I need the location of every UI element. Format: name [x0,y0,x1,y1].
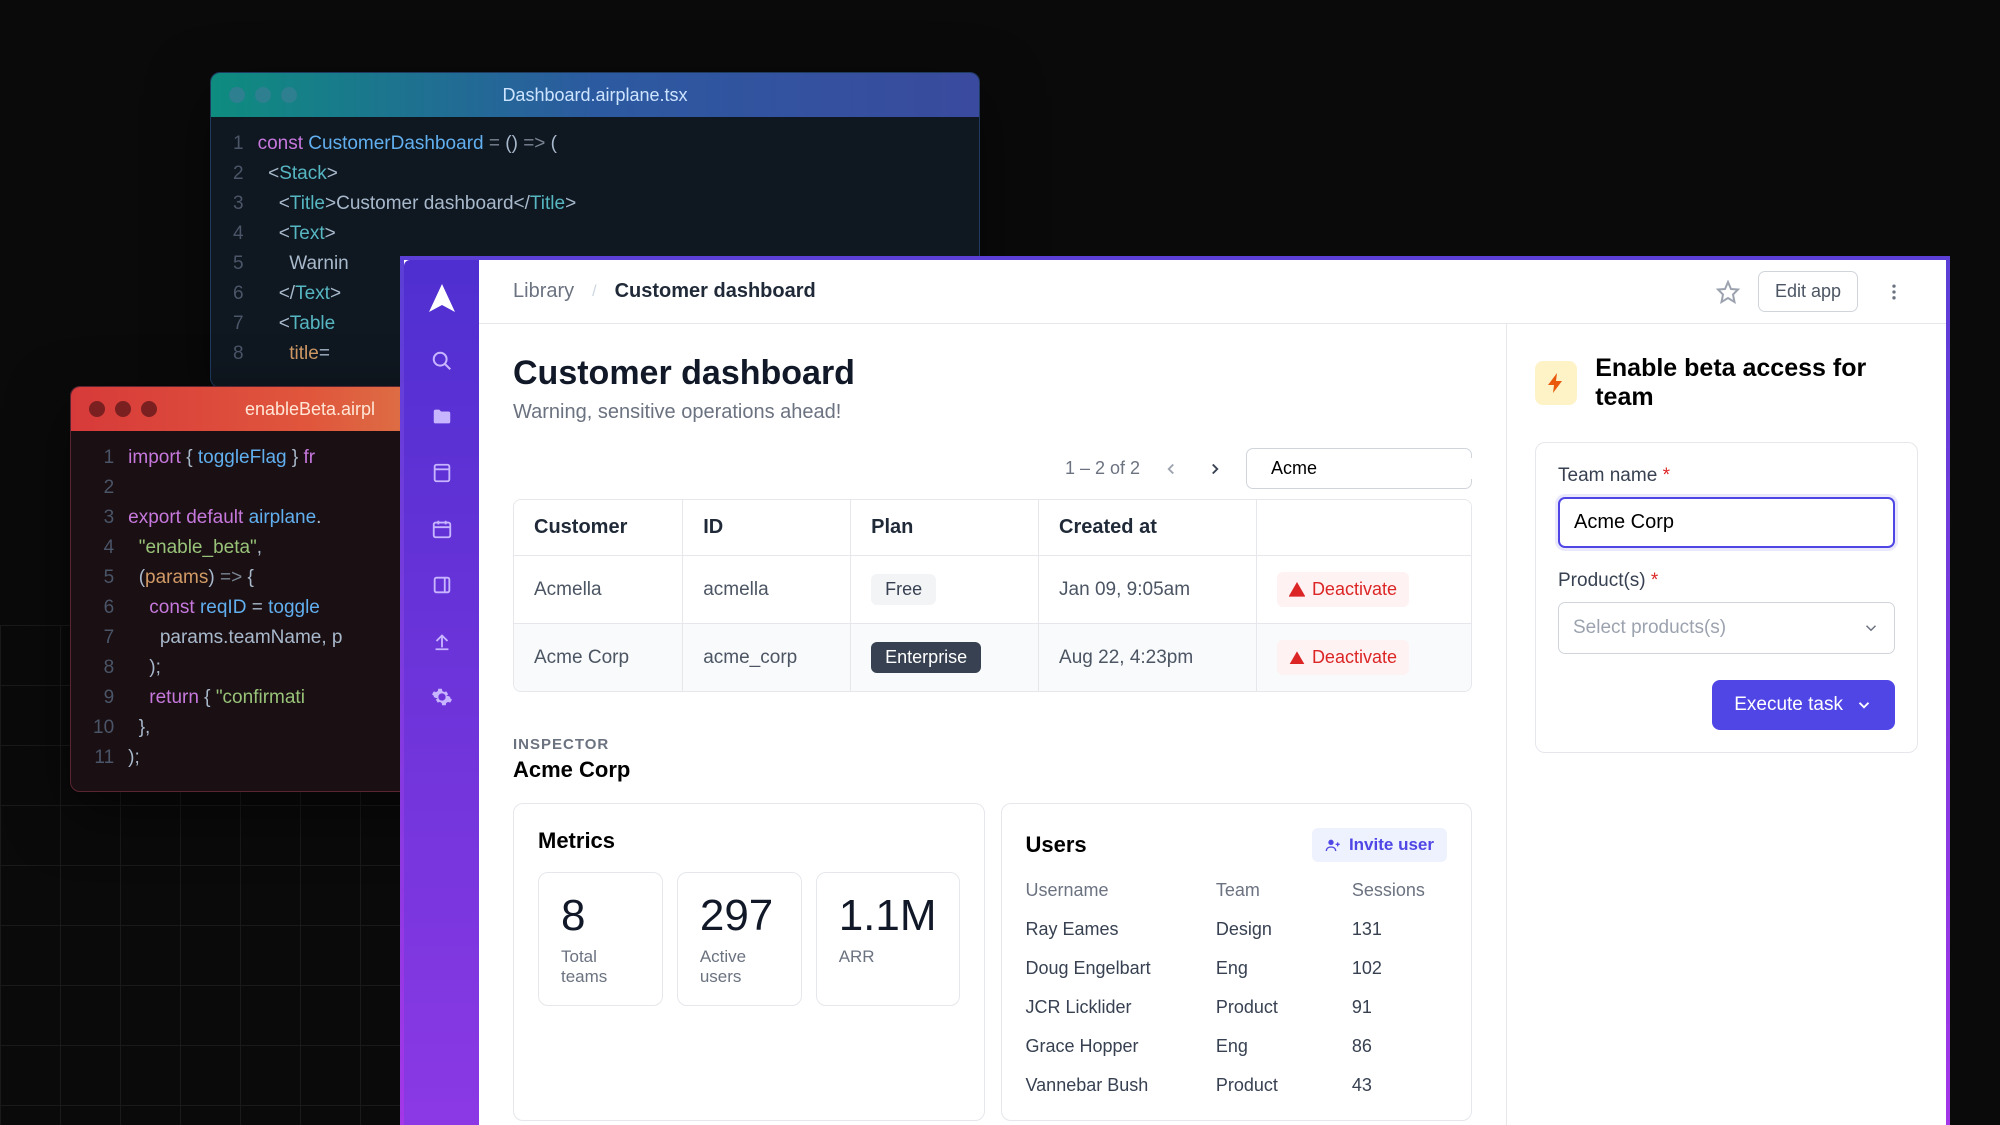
breadcrumb-separator: / [592,283,596,301]
invite-icon [1325,837,1341,853]
page-subtitle: Warning, sensitive operations ahead! [513,401,1472,424]
pagination-text: 1 – 2 of 2 [1065,458,1140,479]
chevron-down-icon [1855,696,1873,714]
task-panel: Enable beta access for team Team name * … [1506,324,1946,1125]
search-icon[interactable] [431,350,453,372]
products-label: Product(s) * [1558,570,1895,592]
topbar: Library / Customer dashboard Edit app [479,260,1946,324]
deactivate-button[interactable]: Deactivate [1277,640,1409,675]
table-row[interactable]: Acmella acmella Free Jan 09, 9:05am Deac… [514,556,1471,624]
metric-card: 1.1M ARR [816,872,960,1006]
th-plan[interactable]: Plan [851,500,1039,556]
plan-badge: Enterprise [871,642,981,673]
invite-user-button[interactable]: Invite user [1312,828,1447,862]
page-title: Customer dashboard [513,354,1472,393]
warning-icon [1289,650,1305,666]
th-id[interactable]: ID [683,500,851,556]
team-name-input[interactable] [1558,497,1895,548]
users-title: Users [1026,832,1087,858]
breadcrumb-current: Customer dashboard [615,280,816,303]
database-icon[interactable] [431,574,453,596]
calendar-icon[interactable] [431,518,453,540]
chevron-down-icon [1862,619,1880,637]
app-window: Library / Customer dashboard Edit app Cu… [400,256,1950,1125]
traffic-lights [229,87,297,103]
code-titlebar: Dashboard.airplane.tsx [211,73,979,117]
th-customer[interactable]: Customer [514,500,683,556]
plan-badge: Free [871,574,936,605]
inspector-label: INSPECTOR [513,736,1472,753]
warning-icon [1289,582,1305,598]
metrics-panel: Metrics 8 Total teams 297 Active users [513,803,985,1121]
edit-app-button[interactable]: Edit app [1758,271,1858,312]
team-name-label: Team name * [1558,465,1895,487]
table-row[interactable]: Acme Corp acme_corp Enterprise Aug 22, 4… [514,624,1471,691]
app-logo[interactable] [425,282,459,316]
upload-icon[interactable] [431,630,453,652]
filename: enableBeta.airpl [245,399,375,420]
sidenav [404,260,479,1125]
th-created[interactable]: Created at [1039,500,1257,556]
table-search[interactable] [1246,448,1472,489]
folder-icon[interactable] [431,406,453,428]
more-menu-icon[interactable] [1876,274,1912,310]
metric-card: 297 Active users [677,872,802,1006]
inspector-name: Acme Corp [513,757,1472,783]
th-actions [1257,500,1471,556]
users-panel: Users Invite user Username Team Sessions [1001,803,1473,1121]
next-page-icon[interactable] [1202,456,1228,482]
code-content: import { toggleFlag } fr export default … [128,443,342,773]
task-title: Enable beta access for team [1595,354,1918,412]
metrics-title: Metrics [538,828,960,854]
users-table: Username Team Sessions Ray EamesDesign13… [1026,880,1448,1096]
search-input[interactable] [1271,458,1503,479]
products-select[interactable]: Select products(s) [1558,602,1895,654]
deactivate-button[interactable]: Deactivate [1277,572,1409,607]
book-icon[interactable] [431,462,453,484]
bolt-icon [1535,361,1577,405]
breadcrumb-library[interactable]: Library [513,280,574,303]
prev-page-icon[interactable] [1158,456,1184,482]
filename: Dashboard.airplane.tsx [502,85,687,106]
favorite-icon[interactable] [1716,280,1740,304]
traffic-lights [89,401,157,417]
customers-table: Customer ID Plan Created at Acmella acme… [513,499,1472,692]
execute-task-button[interactable]: Execute task [1712,680,1895,730]
metric-card: 8 Total teams [538,872,663,1006]
settings-icon[interactable] [431,686,453,708]
